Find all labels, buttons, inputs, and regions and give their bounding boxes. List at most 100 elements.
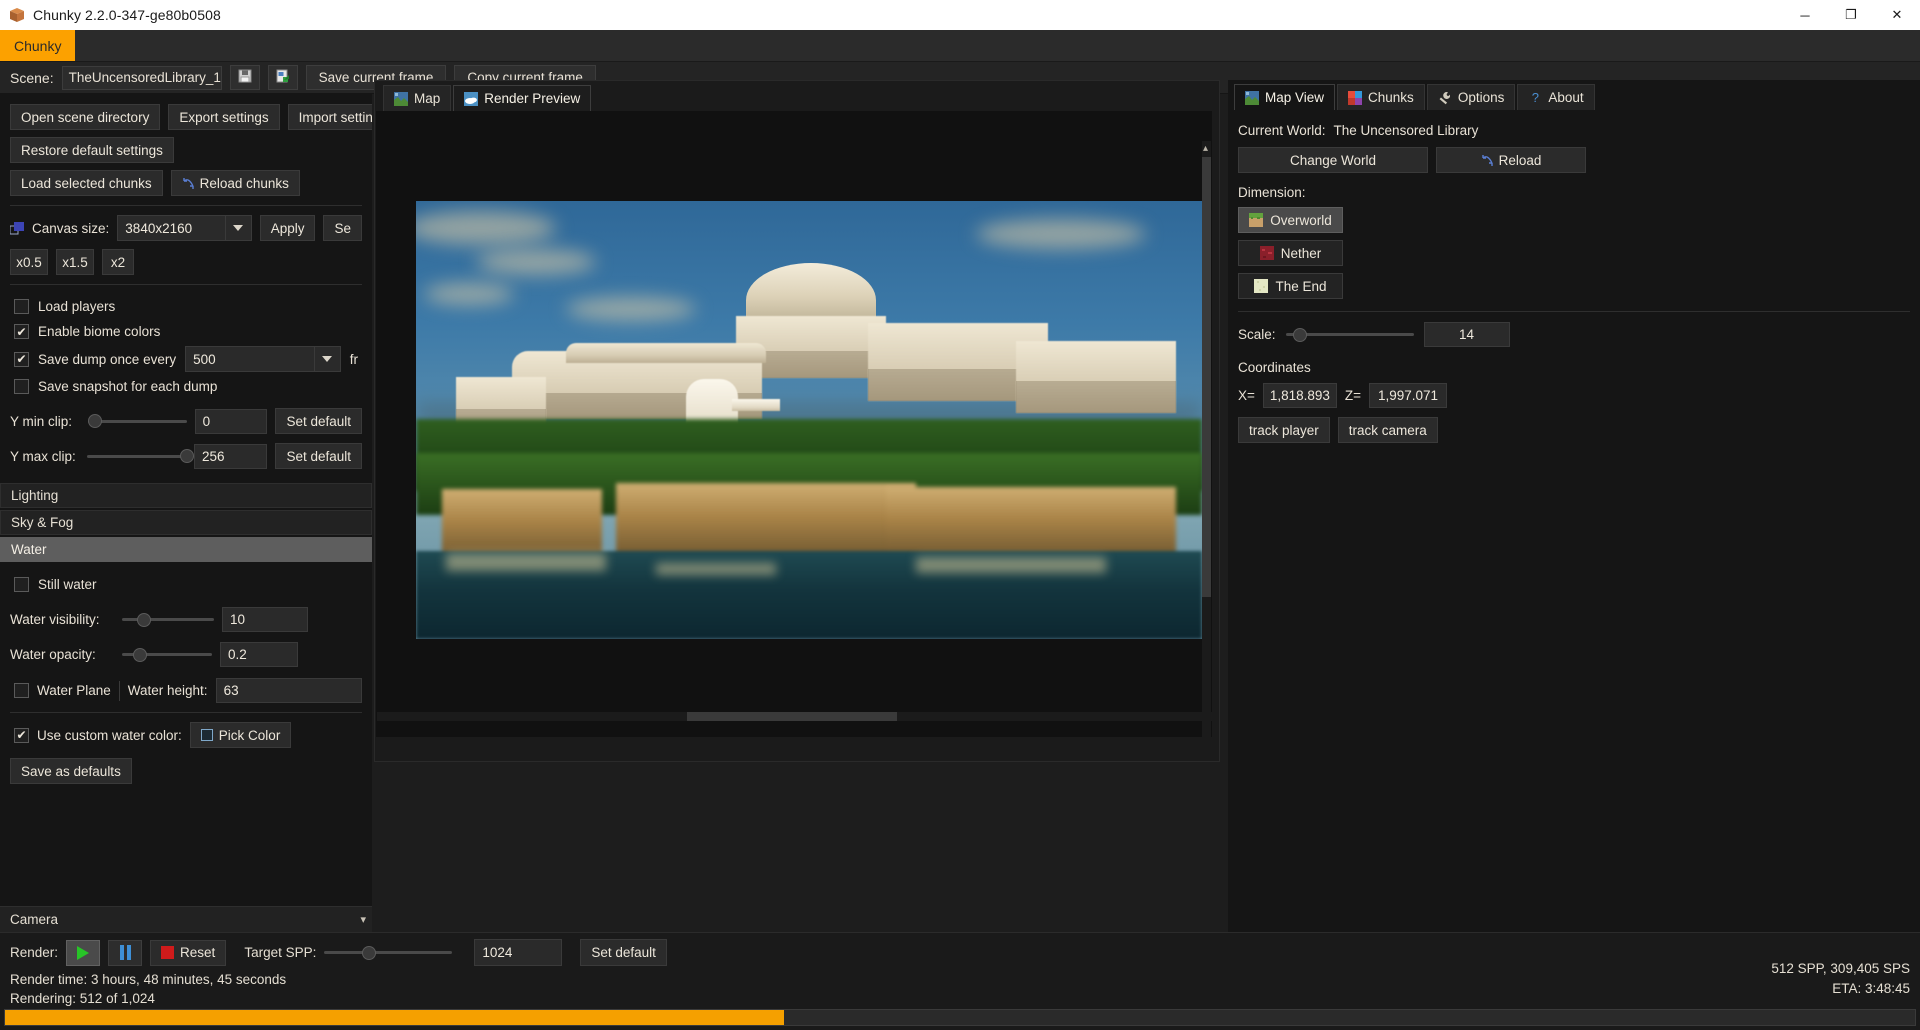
dimension-overworld-button[interactable]: Overworld <box>1238 207 1343 233</box>
enable-biome-colors-checkbox-row[interactable]: Enable biome colors <box>0 319 372 344</box>
water-visibility-value[interactable]: 10 <box>222 607 308 632</box>
tab-render-preview[interactable]: Render Preview <box>453 85 592 111</box>
chevron-down-icon[interactable] <box>313 347 340 371</box>
vertical-scroll-thumb[interactable] <box>1202 157 1211 597</box>
still-water-checkbox-row[interactable]: Still water <box>0 572 372 597</box>
floppy-disk-icon <box>238 69 252 86</box>
end-stone-icon <box>1254 279 1269 293</box>
tab-about[interactable]: ? About <box>1517 84 1595 110</box>
horizontal-scroll-thumb[interactable] <box>687 712 897 721</box>
render-pause-button[interactable] <box>108 939 143 966</box>
render-play-button[interactable] <box>66 939 101 966</box>
y-max-clip-value[interactable]: 256 <box>193 443 268 469</box>
scene-name-field[interactable]: TheUncensoredLibrary_1 <box>61 65 222 90</box>
eta-text: ETA: 3:48:45 <box>1832 981 1910 996</box>
tab-map-view[interactable]: Map View <box>1234 84 1336 110</box>
chevron-up-icon[interactable]: ▴ <box>1203 143 1208 154</box>
target-spp-value[interactable]: 1024 <box>474 939 563 966</box>
save-as-defaults-button[interactable]: Save as defaults <box>10 758 132 784</box>
use-custom-water-color-checkbox[interactable] <box>14 727 29 743</box>
save-snapshot-checkbox-row[interactable]: Save snapshot for each dump <box>0 374 372 399</box>
load-selected-chunks-button[interactable]: Load selected chunks <box>10 170 163 196</box>
preview-vertical-scrollbar[interactable]: ▴ <box>1202 141 1211 737</box>
accordion-water[interactable]: Water <box>0 537 372 562</box>
y-min-clip-slider[interactable] <box>88 413 187 429</box>
save-dump-checkbox[interactable] <box>14 351 29 367</box>
canvas-scale-x2-button[interactable]: x2 <box>102 249 134 275</box>
render-progress-fill <box>5 1010 785 1025</box>
tab-chunks-label: Chunks <box>1368 90 1414 105</box>
canvas-size-combo[interactable]: 3840x2160 <box>117 215 252 241</box>
water-plane-label: Water Plane <box>37 683 111 698</box>
export-image-button[interactable] <box>267 65 298 90</box>
accordion-sky-fog[interactable]: Sky & Fog <box>0 510 372 535</box>
z-coord-field[interactable]: 1,997.071 <box>1369 383 1448 408</box>
minimize-button[interactable]: ─ <box>1782 0 1828 30</box>
tab-map[interactable]: Map <box>383 85 452 111</box>
water-visibility-label: Water visibility: <box>10 612 100 627</box>
export-settings-button[interactable]: Export settings <box>168 104 280 130</box>
target-spp-slider[interactable] <box>324 945 453 961</box>
water-visibility-slider[interactable] <box>122 612 214 628</box>
y-min-clip-value[interactable]: 0 <box>194 408 268 434</box>
y-max-clip-slider[interactable] <box>86 448 194 464</box>
divider <box>10 284 362 285</box>
enable-biome-colors-checkbox[interactable] <box>14 324 29 339</box>
preview-tab-bar: Map Render Preview <box>375 81 1219 111</box>
chevron-down-icon[interactable]: ▾ <box>360 913 366 926</box>
accordion-lighting[interactable]: Lighting <box>0 483 372 508</box>
render-reset-label: Reset <box>180 945 216 960</box>
track-player-button[interactable]: track player <box>1238 417 1330 443</box>
water-opacity-value[interactable]: 0.2 <box>220 642 298 667</box>
x-coord-label: X= <box>1238 388 1255 403</box>
load-players-checkbox-row[interactable]: Load players <box>0 294 372 319</box>
still-water-checkbox[interactable] <box>14 577 29 592</box>
canvas-scale-x05-button[interactable]: x0.5 <box>10 249 48 275</box>
spp-sps-text: 512 SPP, 309,405 SPS <box>1771 961 1910 976</box>
water-height-value[interactable]: 63 <box>215 678 362 703</box>
import-settings-button[interactable]: Import settings <box>287 104 372 130</box>
wrench-icon <box>1438 91 1452 105</box>
save-snapshot-checkbox[interactable] <box>14 379 29 394</box>
scale-slider[interactable] <box>1285 327 1414 343</box>
restore-default-settings-button[interactable]: Restore default settings <box>10 137 174 163</box>
tab-chunks[interactable]: Chunks <box>1337 84 1425 110</box>
divider <box>10 712 362 713</box>
target-spp-set-default-button[interactable]: Set default <box>580 939 667 966</box>
canvas-size-icon <box>9 221 24 235</box>
render-label: Render: <box>10 945 59 960</box>
save-dump-interval-combo[interactable]: 500 <box>185 346 341 372</box>
tab-render-preview-label: Render Preview <box>484 91 581 106</box>
reload-chunks-button[interactable]: Reload chunks <box>170 170 300 196</box>
x-coord-field[interactable]: 1,818.893 <box>1262 383 1337 408</box>
scene-settings-panel: Open scene directory Export settings Imp… <box>0 94 372 932</box>
dimension-the-end-button[interactable]: The End <box>1238 273 1343 299</box>
canvas-apply-button[interactable]: Apply <box>259 215 316 241</box>
accordion-camera[interactable]: Camera ▾ <box>0 906 372 932</box>
y-min-clip-set-default-button[interactable]: Set default <box>275 408 362 434</box>
close-button[interactable]: ✕ <box>1874 0 1920 30</box>
y-max-clip-set-default-button[interactable]: Set default <box>275 443 362 469</box>
reload-world-button[interactable]: Reload <box>1436 147 1586 173</box>
render-preview-canvas[interactable]: ▴ <box>376 111 1212 737</box>
save-dump-label: Save dump once every <box>38 351 177 367</box>
open-scene-directory-button[interactable]: Open scene directory <box>10 104 161 130</box>
water-opacity-slider[interactable] <box>122 647 212 663</box>
canvas-set-default-button[interactable]: Se <box>323 215 362 241</box>
water-plane-checkbox[interactable] <box>14 683 29 698</box>
pick-color-button[interactable]: Pick Color <box>189 722 292 748</box>
load-players-checkbox[interactable] <box>14 299 29 314</box>
track-camera-button[interactable]: track camera <box>1337 417 1438 443</box>
tab-options[interactable]: Options <box>1426 84 1516 110</box>
scale-value[interactable]: 14 <box>1423 322 1510 347</box>
dimension-nether-button[interactable]: Nether <box>1238 240 1343 266</box>
menu-item-chunky[interactable]: Chunky <box>0 30 76 61</box>
save-scene-button[interactable] <box>229 65 260 90</box>
change-world-button[interactable]: Change World <box>1238 147 1428 173</box>
preview-horizontal-scrollbar[interactable] <box>377 712 1212 721</box>
window-controls: ─ ❐ ✕ <box>1782 0 1920 30</box>
canvas-scale-x15-button[interactable]: x1.5 <box>56 249 94 275</box>
maximize-button[interactable]: ❐ <box>1828 0 1874 30</box>
render-reset-button[interactable]: Reset <box>150 939 227 966</box>
chevron-down-icon[interactable] <box>224 216 251 240</box>
